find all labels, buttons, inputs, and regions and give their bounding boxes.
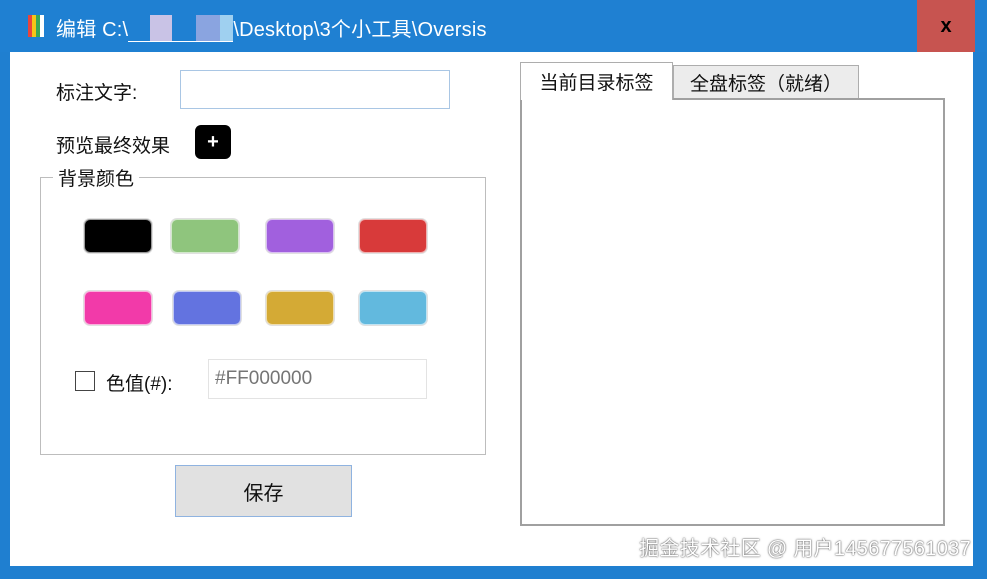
- window-title-suffix: \Desktop\3个小工具\Oversis: [233, 19, 487, 41]
- color-swatch-pink[interactable]: [84, 291, 152, 325]
- preview-label: 预览最终效果: [56, 136, 171, 157]
- color-swatch-gold[interactable]: [266, 291, 334, 325]
- tab-whole-disk[interactable]: 全盘标签（就绪）: [673, 65, 859, 99]
- preview-add-button[interactable]: +: [195, 125, 231, 159]
- custom-color-input[interactable]: [208, 359, 427, 399]
- color-swatch-sky[interactable]: [359, 291, 427, 325]
- color-swatch-purple[interactable]: [266, 219, 334, 253]
- tab-current-directory[interactable]: 当前目录标签: [520, 62, 673, 100]
- custom-color-label: 色值(#):: [106, 374, 173, 395]
- color-swatch-green[interactable]: [171, 219, 239, 253]
- close-button[interactable]: x: [917, 0, 975, 52]
- color-swatch-red[interactable]: [359, 219, 427, 253]
- custom-color-checkbox[interactable]: [75, 371, 95, 391]
- color-swatch-blue[interactable]: [173, 291, 241, 325]
- app-window: 编辑 C:\ \Desktop\3个小工具\Oversis x 标注文字: 预览最…: [0, 0, 987, 579]
- title-bar[interactable]: 编辑 C:\ \Desktop\3个小工具\Oversis x: [0, 0, 987, 52]
- client-area: 标注文字: 预览最终效果 + 背景颜色 色值(#): 保存 当前目录标签 全盘标…: [10, 52, 973, 566]
- window-title: 编辑 C:\ \Desktop\3个小工具\Oversis: [56, 13, 487, 42]
- annotation-label: 标注文字:: [56, 83, 138, 104]
- color-swatch-black[interactable]: [84, 219, 152, 253]
- tab-content-panel: [520, 98, 945, 526]
- redacted-path: [128, 15, 234, 42]
- background-color-title: 背景颜色: [53, 164, 140, 191]
- save-button[interactable]: 保存: [175, 465, 352, 517]
- watermark: 掘金技术社区 @ 用户1456775610​37: [639, 538, 971, 560]
- background-color-group: 背景颜色 色值(#):: [40, 164, 486, 455]
- app-icon: [28, 15, 44, 37]
- annotation-input[interactable]: [180, 70, 450, 109]
- window-title-prefix: 编辑 C:\: [56, 19, 129, 41]
